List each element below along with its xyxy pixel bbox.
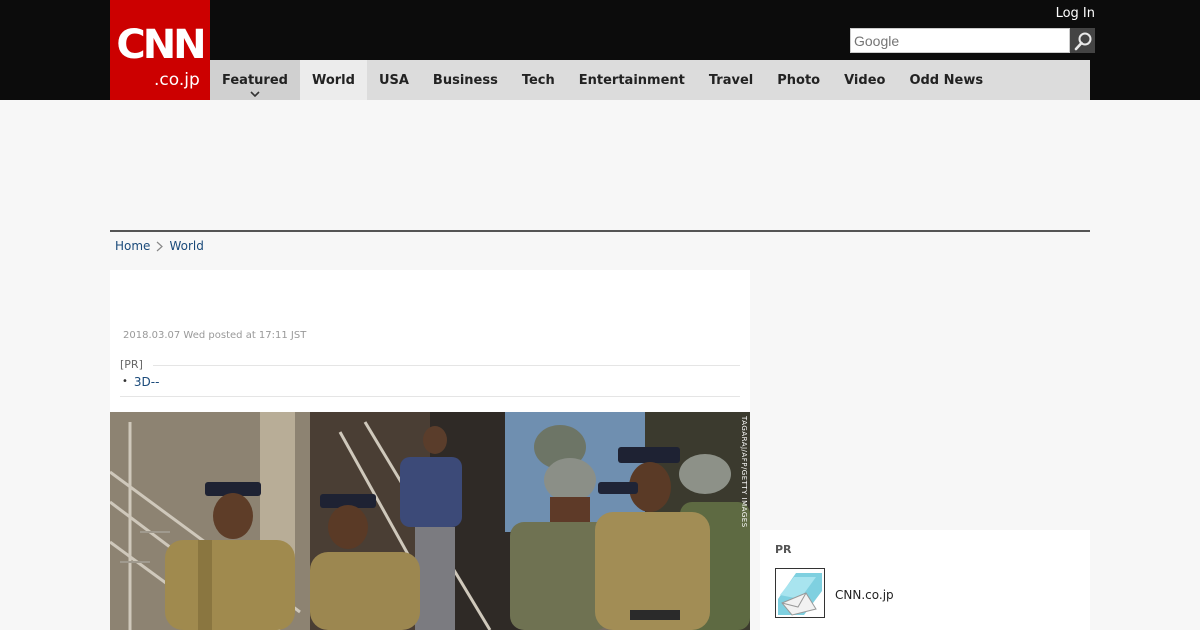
sidebar-pr-link[interactable]: CNN.co.jp — [835, 587, 894, 603]
ad-area-divider — [110, 230, 1090, 232]
nav-item-entertainment[interactable]: Entertainment — [567, 60, 697, 100]
logo-domain: .co.jp — [154, 70, 200, 90]
pr-label: [PR] — [120, 358, 143, 371]
nav-item-photo[interactable]: Photo — [765, 60, 832, 100]
nav-item-business[interactable]: Business — [421, 60, 510, 100]
nav-item-odd-news[interactable]: Odd News — [897, 60, 995, 100]
pr-header: [PR] — [120, 358, 740, 372]
main-nav: Featured World USA Business Tech Enterta… — [210, 60, 1090, 100]
search-input[interactable] — [850, 28, 1070, 53]
breadcrumb-world[interactable]: World — [169, 238, 203, 254]
nav-item-tech[interactable]: Tech — [510, 60, 567, 100]
chevron-right-icon — [156, 241, 164, 252]
logo-wordmark: CNN — [116, 22, 206, 68]
photo-credit: TAGARAJ/AFP/GETTY IMAGES — [740, 416, 748, 528]
bullet-icon: • — [122, 376, 128, 387]
pr-list-item: • 3D-- — [122, 374, 159, 390]
search-button[interactable] — [1070, 28, 1095, 53]
post-timestamp: 2018.03.07 Wed posted at 17:11 JST — [123, 330, 307, 341]
cnn-logo[interactable]: CNN .co.jp — [110, 0, 210, 100]
mail-envelope-icon[interactable] — [775, 568, 825, 618]
nav-item-travel[interactable]: Travel — [697, 60, 765, 100]
sidebar-pr-label: PR — [775, 543, 792, 556]
top-bar: CNN .co.jp Log In Featured World USA Bus… — [0, 0, 1200, 100]
nav-item-featured[interactable]: Featured — [210, 60, 300, 100]
pr-divider — [152, 364, 740, 366]
nav-item-label: Featured — [222, 72, 288, 88]
pr-link[interactable]: 3D-- — [134, 374, 160, 390]
nav-item-world[interactable]: World — [299, 60, 367, 100]
breadcrumb-home[interactable]: Home — [115, 238, 150, 254]
login-link[interactable]: Log In — [1056, 6, 1095, 22]
chevron-down-icon — [250, 91, 260, 97]
article-photo[interactable]: TAGARAJ/AFP/GETTY IMAGES — [110, 412, 750, 630]
article-card: 2018.03.07 Wed posted at 17:11 JST [PR] … — [110, 270, 750, 630]
search-icon — [1074, 32, 1091, 50]
breadcrumb: Home World — [115, 238, 204, 254]
pr-bottom-divider — [120, 396, 740, 397]
sidebar-pr-box: PR CNN.co.jp — [760, 530, 1090, 630]
nav-item-usa[interactable]: USA — [367, 60, 421, 100]
nav-item-video[interactable]: Video — [832, 60, 897, 100]
